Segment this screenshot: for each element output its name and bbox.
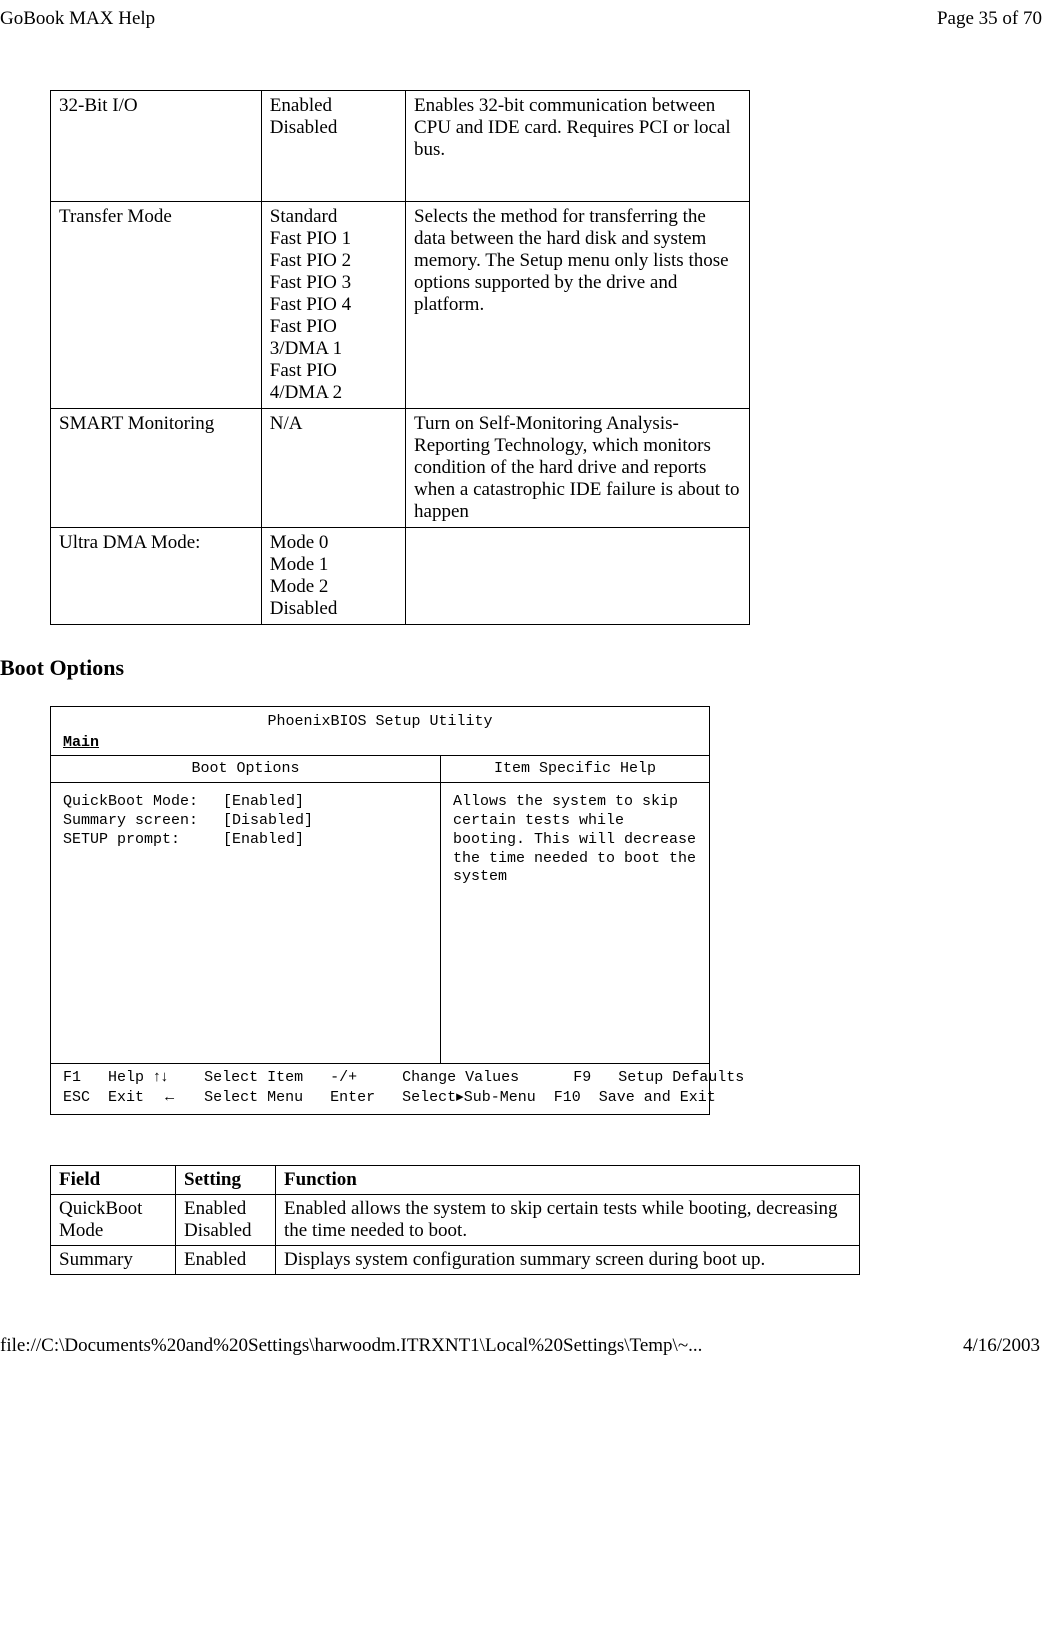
bios-header-row: Boot Options Item Specific Help xyxy=(51,756,709,783)
setting-cell: Standard Fast PIO 1 Fast PIO 2 Fast PIO … xyxy=(261,202,405,409)
bios-footer: F1 Help ↑↓ Select Item -/+ Change Values… xyxy=(51,1064,709,1114)
header-setting: Setting xyxy=(176,1165,276,1194)
field-cell: Transfer Mode xyxy=(51,202,262,409)
function-cell xyxy=(406,528,750,625)
function-cell: Turn on Self-Monitoring Analysis-Reporti… xyxy=(406,409,750,528)
setting-cell: Enabled Disabled xyxy=(176,1194,276,1245)
field-cell: SMART Monitoring xyxy=(51,409,262,528)
settings-table-2: Field Setting Function QuickBoot Mode En… xyxy=(50,1165,860,1275)
footer-date: 4/16/2003 xyxy=(963,1335,1040,1357)
setting-cell: Mode 0 Mode 1 Mode 2 Disabled xyxy=(261,528,405,625)
bios-help-text: Allows the system to skip certain tests … xyxy=(441,783,709,1063)
arrow-right-icon: ▸ xyxy=(456,1088,464,1105)
bios-setting-value: [Enabled] xyxy=(223,793,304,812)
file-path: file://C:\Documents%20and%20Settings\har… xyxy=(0,1335,702,1357)
setting-cell: Enabled xyxy=(176,1245,276,1274)
table-row: 32-Bit I/O Enabled Disabled Enables 32-b… xyxy=(51,91,750,202)
bios-setting: QuickBoot Mode: [Enabled] xyxy=(63,793,428,812)
settings-table-1: 32-Bit I/O Enabled Disabled Enables 32-b… xyxy=(50,90,750,625)
field-cell: Ultra DMA Mode: xyxy=(51,528,262,625)
function-cell: Enables 32-bit communication between CPU… xyxy=(406,91,750,202)
table-row: Transfer Mode Standard Fast PIO 1 Fast P… xyxy=(51,202,750,409)
bios-main-tab: Main xyxy=(51,734,709,755)
function-cell: Enabled allows the system to skip certai… xyxy=(276,1194,860,1245)
bios-setting-value: [Enabled] xyxy=(223,831,304,850)
bios-setting-label: SETUP prompt: xyxy=(63,831,223,850)
table-header-row: Field Setting Function xyxy=(51,1165,860,1194)
page-footer: file://C:\Documents%20and%20Settings\har… xyxy=(0,1275,1050,1367)
function-cell: Selects the method for transferring the … xyxy=(406,202,750,409)
section-heading: Boot Options xyxy=(0,655,1000,681)
bios-setting-value: [Disabled] xyxy=(223,812,313,831)
bios-setting-label: Summary screen: xyxy=(63,812,223,831)
setting-cell: Enabled Disabled xyxy=(261,91,405,202)
table-row: QuickBoot Mode Enabled Disabled Enabled … xyxy=(51,1194,860,1245)
content: 32-Bit I/O Enabled Disabled Enables 32-b… xyxy=(0,90,1050,1275)
table-row: SMART Monitoring N/A Turn on Self-Monito… xyxy=(51,409,750,528)
bios-left-body: QuickBoot Mode: [Enabled] Summary screen… xyxy=(51,783,441,1063)
bios-setting: SETUP prompt: [Enabled] xyxy=(63,831,428,850)
function-cell: Displays system configuration summary sc… xyxy=(276,1245,860,1274)
bios-title: PhoenixBIOS Setup Utility xyxy=(51,707,709,734)
bios-setting: Summary screen: [Disabled] xyxy=(63,812,428,831)
field-cell: Summary xyxy=(51,1245,176,1274)
bios-screenshot: PhoenixBIOS Setup Utility Main Boot Opti… xyxy=(50,706,710,1115)
bios-body: QuickBoot Mode: [Enabled] Summary screen… xyxy=(51,783,709,1063)
page-number: Page 35 of 70 xyxy=(937,8,1042,30)
setting-cell: N/A xyxy=(261,409,405,528)
page-header: GoBook MAX Help Page 35 of 70 xyxy=(0,0,1050,30)
bios-setting-label: QuickBoot Mode: xyxy=(63,793,223,812)
bios-right-header: Item Specific Help xyxy=(441,756,709,783)
field-cell: QuickBoot Mode xyxy=(51,1194,176,1245)
field-cell: 32-Bit I/O xyxy=(51,91,262,202)
header-field: Field xyxy=(51,1165,176,1194)
header-function: Function xyxy=(276,1165,860,1194)
table-row: Ultra DMA Mode: Mode 0 Mode 1 Mode 2 Dis… xyxy=(51,528,750,625)
table-row: Summary Enabled Displays system configur… xyxy=(51,1245,860,1274)
arrow-left-icon: ← xyxy=(162,1088,177,1105)
doc-title: GoBook MAX Help xyxy=(0,8,155,30)
bios-left-header: Boot Options xyxy=(51,756,441,783)
arrow-up-down-icon: ↑↓ xyxy=(153,1068,168,1085)
